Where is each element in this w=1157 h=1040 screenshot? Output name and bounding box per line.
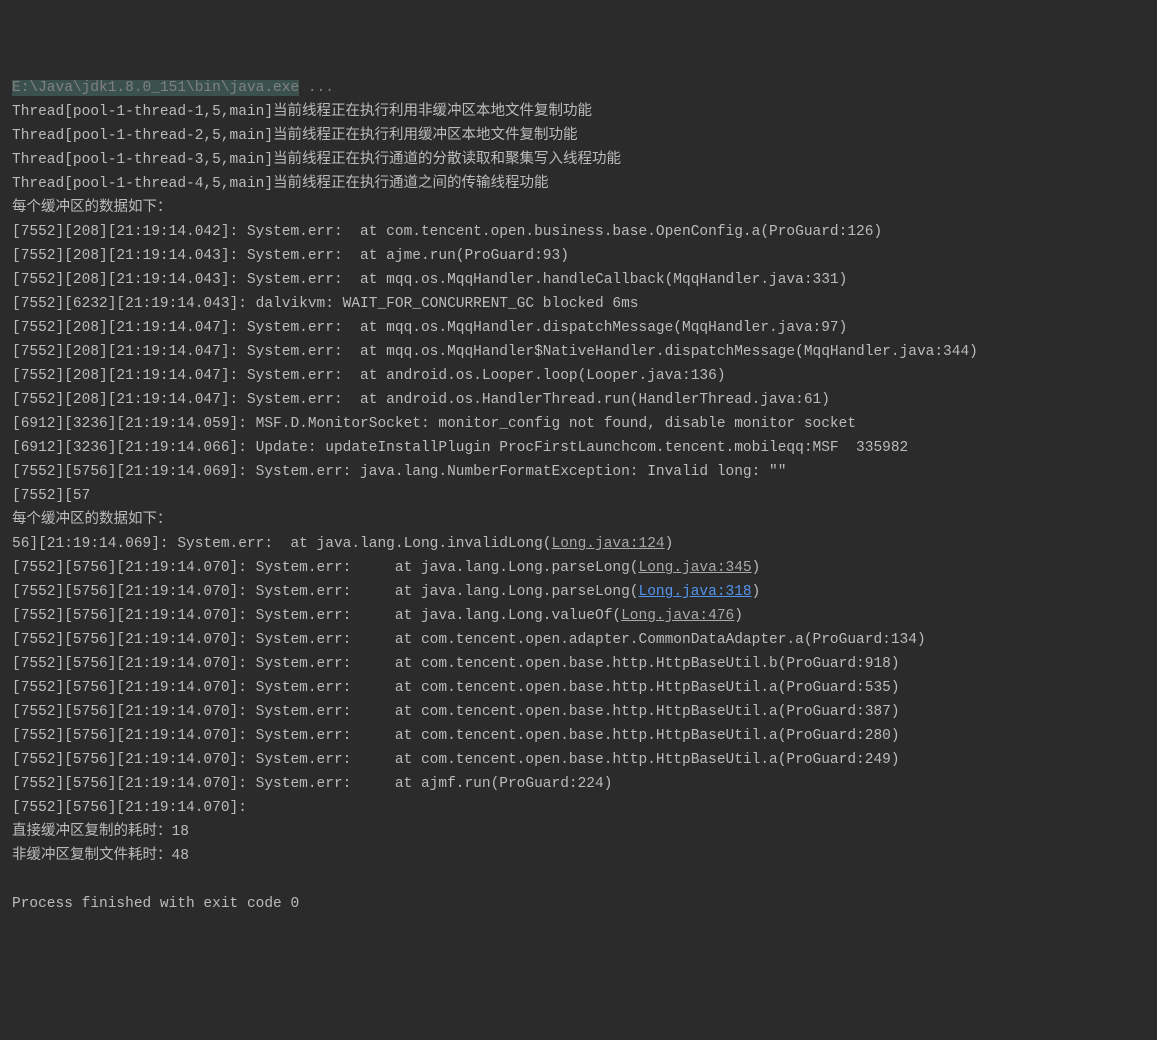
log-line: [7552][208][21:19:14.043]: System.err: a… bbox=[12, 244, 1145, 268]
log-line: [7552][208][21:19:14.047]: System.err: a… bbox=[12, 388, 1145, 412]
log-line-with-link: [7552][5756][21:19:14.070]: System.err: … bbox=[12, 604, 1145, 628]
thread-line: Thread[pool-1-thread-1,5,main]当前线程正在执行利用… bbox=[12, 100, 1145, 124]
thread-line: Thread[pool-1-thread-3,5,main]当前线程正在执行通道… bbox=[12, 148, 1145, 172]
log-line: [7552][208][21:19:14.042]: System.err: a… bbox=[12, 220, 1145, 244]
log-line-with-link: [7552][5756][21:19:14.070]: System.err: … bbox=[12, 556, 1145, 580]
log-line: [6912][3236][21:19:14.059]: MSF.D.Monito… bbox=[12, 412, 1145, 436]
log-line: [7552][208][21:19:14.047]: System.err: a… bbox=[12, 316, 1145, 340]
log-line: [7552][208][21:19:14.047]: System.err: a… bbox=[12, 364, 1145, 388]
blank-line bbox=[12, 868, 1145, 892]
log-line: [7552][5756][21:19:14.070]: System.err: … bbox=[12, 700, 1145, 724]
header-ellipsis: ... bbox=[299, 80, 334, 96]
log-line: [7552][208][21:19:14.047]: System.err: a… bbox=[12, 340, 1145, 364]
java-path: E:\Java\jdk1.8.0_151\bin\java.exe bbox=[12, 80, 299, 96]
summary-line: 直接缓冲区复制的耗时：18 bbox=[12, 820, 1145, 844]
buffer-header: 每个缓冲区的数据如下： bbox=[12, 508, 1145, 532]
log-line: [6912][3236][21:19:14.066]: Update: upda… bbox=[12, 436, 1145, 460]
exit-line: Process finished with exit code 0 bbox=[12, 892, 1145, 916]
source-link[interactable]: Long.java:476 bbox=[621, 608, 734, 624]
thread-line: Thread[pool-1-thread-4,5,main]当前线程正在执行通道… bbox=[12, 172, 1145, 196]
thread-line: Thread[pool-1-thread-2,5,main]当前线程正在执行利用… bbox=[12, 124, 1145, 148]
log-line: [7552][5756][21:19:14.070]: System.err: … bbox=[12, 652, 1145, 676]
log-line: [7552][6232][21:19:14.043]: dalvikvm: WA… bbox=[12, 292, 1145, 316]
summary-line: 非缓冲区复制文件耗时：48 bbox=[12, 844, 1145, 868]
header-line: E:\Java\jdk1.8.0_151\bin\java.exe ... bbox=[12, 76, 1145, 100]
log-line: [7552][5756][21:19:14.069]: System.err: … bbox=[12, 460, 1145, 484]
log-line: [7552][5756][21:19:14.070]: System.err: … bbox=[12, 724, 1145, 748]
source-link[interactable]: Long.java:345 bbox=[639, 560, 752, 576]
console-output[interactable]: E:\Java\jdk1.8.0_151\bin\java.exe ...Thr… bbox=[12, 76, 1145, 916]
source-link[interactable]: Long.java:124 bbox=[552, 536, 665, 552]
source-link[interactable]: Long.java:318 bbox=[639, 584, 752, 600]
log-line: [7552][5756][21:19:14.070]: bbox=[12, 796, 1145, 820]
buffer-header: 每个缓冲区的数据如下： bbox=[12, 196, 1145, 220]
log-line-with-link: [7552][5756][21:19:14.070]: System.err: … bbox=[12, 580, 1145, 604]
log-line-with-link: 56][21:19:14.069]: System.err: at java.l… bbox=[12, 532, 1145, 556]
log-line: [7552][208][21:19:14.043]: System.err: a… bbox=[12, 268, 1145, 292]
log-line: [7552][5756][21:19:14.070]: System.err: … bbox=[12, 748, 1145, 772]
log-line: [7552][5756][21:19:14.070]: System.err: … bbox=[12, 772, 1145, 796]
log-line: [7552][5756][21:19:14.070]: System.err: … bbox=[12, 676, 1145, 700]
log-line: [7552][5756][21:19:14.070]: System.err: … bbox=[12, 628, 1145, 652]
log-line: [7552][57 bbox=[12, 484, 1145, 508]
